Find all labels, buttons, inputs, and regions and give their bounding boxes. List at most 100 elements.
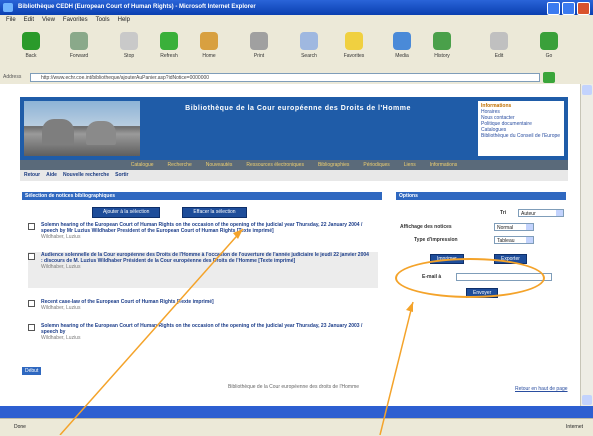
edit-icon xyxy=(490,32,508,50)
menu-item[interactable]: Edit xyxy=(24,15,34,26)
toolbar-button[interactable]: Refresh xyxy=(156,32,182,59)
toolbar-button-label: Back xyxy=(25,53,37,59)
display-label: Affichage des notices xyxy=(400,224,452,230)
site-title: Bibliothèque de la Cour européenne des D… xyxy=(185,105,411,112)
toolbar-button-label: Search xyxy=(301,53,317,59)
toolbar-button[interactable]: Home xyxy=(196,32,222,59)
toolbar-button[interactable]: Forward xyxy=(66,32,92,59)
address-input[interactable]: http://www.echr.coe.int/bibliotheque/ajo… xyxy=(30,73,540,82)
debut-link[interactable]: Début xyxy=(22,367,42,375)
menu-item[interactable]: Favorites xyxy=(63,15,88,26)
print-icon xyxy=(250,32,268,50)
item-title[interactable]: Audience solennelle de la Cour européenn… xyxy=(41,252,369,264)
scroll-down-icon[interactable] xyxy=(582,395,592,405)
zone-indicator: Internet xyxy=(566,424,583,430)
toolbar-button[interactable]: Favorites xyxy=(341,32,367,59)
toolbar-button[interactable]: Print xyxy=(246,32,272,59)
item-author: Wildhaber, Luzius xyxy=(41,264,81,270)
title-bar: Bibliothèque CEDH (European Court of Hum… xyxy=(0,0,593,15)
toolbar-button-label: Favorites xyxy=(343,53,365,59)
toolbar-button[interactable]: Back xyxy=(18,32,44,59)
scroll-up-icon[interactable] xyxy=(582,85,592,95)
history-icon xyxy=(433,32,451,50)
maximize-button[interactable] xyxy=(562,2,575,15)
primary-nav-item[interactable]: Liens xyxy=(404,160,416,170)
status-bar: Done Internet xyxy=(0,418,593,436)
window-edge xyxy=(0,406,593,418)
toolbar-button[interactable]: Stop xyxy=(116,32,142,59)
selection-header: Sélection de notices bibliographiques xyxy=(22,192,382,200)
search-icon xyxy=(300,32,318,50)
print-type-select[interactable]: Tableau xyxy=(494,236,534,244)
primary-nav-item[interactable]: Informations xyxy=(430,160,458,170)
primary-nav-item[interactable]: Recherche xyxy=(168,160,192,170)
primary-nav: Catalogue Recherche Nouveautés Ressources é… xyxy=(20,160,568,170)
primary-nav-item[interactable]: Nouveautés xyxy=(206,160,233,170)
menu-item[interactable]: Help xyxy=(118,15,130,26)
item-checkbox[interactable] xyxy=(28,300,35,307)
menu-item[interactable]: Tools xyxy=(96,15,110,26)
item-checkbox[interactable] xyxy=(28,324,35,331)
toolbar-button-label: Forward xyxy=(69,53,89,59)
toolbar-button-label: Stop xyxy=(123,53,135,59)
secondary-nav: Retour Aide Nouvelle recherche Sortir xyxy=(20,170,568,181)
menu-bar: File Edit View Favorites Tools Help xyxy=(0,15,593,26)
primary-nav-item[interactable]: Ressources électroniques xyxy=(246,160,304,170)
secondary-nav-item[interactable]: Retour xyxy=(24,170,40,181)
close-button[interactable] xyxy=(577,2,590,15)
forward-icon xyxy=(70,32,88,50)
item-checkbox[interactable] xyxy=(28,223,35,230)
item-author: Wildhaber, Luzius xyxy=(41,234,81,240)
refresh-icon xyxy=(160,32,178,50)
media-icon xyxy=(393,32,411,50)
item-author: Wildhaber, Luzius xyxy=(41,335,81,341)
display-select[interactable]: Normal xyxy=(494,223,534,231)
toolbar-button-label: Home xyxy=(202,53,216,59)
toolbar-button[interactable]: Media xyxy=(389,32,415,59)
toolbar-button[interactable]: History xyxy=(429,32,455,59)
primary-nav-item[interactable]: Catalogue xyxy=(131,160,154,170)
options-header: Options xyxy=(396,192,566,200)
primary-nav-item[interactable]: Bibliographies xyxy=(318,160,349,170)
primary-nav-item[interactable]: Périodiques xyxy=(363,160,389,170)
favorites-icon xyxy=(345,32,363,50)
browser-window: Bibliothèque CEDH (European Court of Hum… xyxy=(0,0,593,436)
page-footer: Bibliothèque de la Cour européenne des d… xyxy=(228,384,360,390)
item-title[interactable]: Solemn hearing of the European Court of … xyxy=(41,323,362,335)
stop-icon xyxy=(120,32,138,50)
secondary-nav-item[interactable]: Nouvelle recherche xyxy=(63,170,109,181)
print-type-label: Type d'impression xyxy=(414,237,458,243)
vertical-scrollbar[interactable] xyxy=(580,84,593,406)
clear-selection-button[interactable]: Effacer la sélection xyxy=(182,207,247,218)
site-banner: Bibliothèque de la Cour européenne des D… xyxy=(20,97,568,160)
minimize-button[interactable] xyxy=(547,2,560,15)
go-icon xyxy=(540,32,558,50)
add-to-selection-button[interactable]: Ajouter à la sélection xyxy=(92,207,161,218)
toolbar-button-label: Edit xyxy=(494,53,504,59)
go-icon[interactable] xyxy=(543,72,555,83)
info-box: Informations Horaires Nous contacter Polit… xyxy=(478,101,564,156)
toolbar-button[interactable]: Go xyxy=(536,32,562,59)
status-text: Done xyxy=(14,424,26,430)
ie-icon xyxy=(3,3,13,12)
item-checkbox[interactable] xyxy=(28,253,35,260)
toolbar: Back Forward Stop Refresh Home Print Search Fav… xyxy=(0,26,593,72)
toolbar-button-label: Go xyxy=(545,53,553,59)
toolbar-button[interactable]: Edit xyxy=(486,32,512,59)
back-to-top-link[interactable]: Retour en haut de page xyxy=(515,386,568,392)
menu-item[interactable]: View xyxy=(42,15,55,26)
sort-label: Tri xyxy=(500,210,507,216)
secondary-nav-item[interactable]: Aide xyxy=(46,170,57,181)
item-author: Wildhaber, Luzius xyxy=(41,305,81,311)
sort-select[interactable]: Auteur xyxy=(518,209,564,217)
menu-item[interactable]: File xyxy=(6,15,16,26)
toolbar-button[interactable]: Search xyxy=(296,32,322,59)
page-content: Bibliothèque de la Cour européenne des D… xyxy=(0,84,580,406)
annotation-ellipse xyxy=(395,258,545,298)
info-link[interactable]: Bibliothèque du Conseil de l'Europe xyxy=(481,133,561,139)
secondary-nav-item[interactable]: Sortir xyxy=(115,170,128,181)
toolbar-button-label: Print xyxy=(253,53,265,59)
toolbar-button-label: Media xyxy=(395,53,409,59)
item-title[interactable]: Solemn hearing of the European Court of … xyxy=(41,222,362,234)
court-building-photo xyxy=(24,101,140,156)
